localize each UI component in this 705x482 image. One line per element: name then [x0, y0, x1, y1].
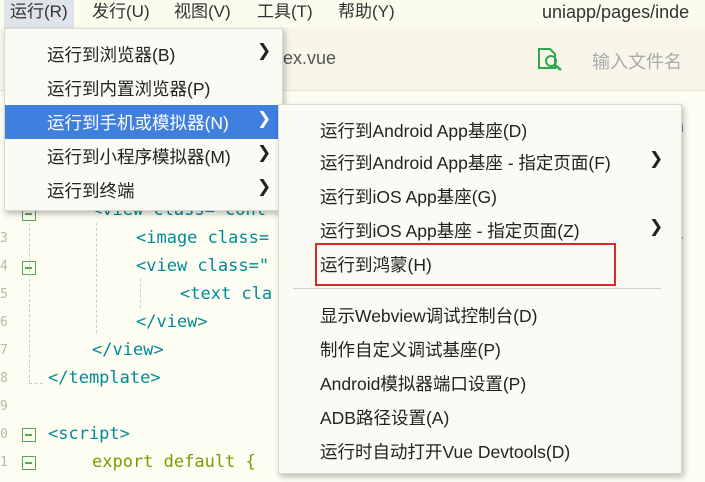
menu-item-label: 运行到手机或模拟器(N) — [47, 113, 229, 133]
menu-item-label: 运行到Android App基座(D) — [320, 121, 528, 141]
submenu-item-android[interactable]: 运行到Android App基座(D) — [279, 113, 681, 147]
submenu-item-vue-devtools[interactable]: 运行时自动打开Vue Devtools(D) — [279, 434, 681, 468]
menu-run[interactable]: 运行(R) — [4, 0, 74, 28]
fold-minus-icon[interactable] — [22, 428, 36, 442]
menu-item-run-miniprogram[interactable]: 运行到小程序模拟器(M) ❯ — [5, 139, 282, 173]
line-number: 7 — [0, 343, 8, 358]
line-number: 1 — [0, 455, 8, 470]
device-submenu: 运行到Android App基座(D) 运行到Android App基座 - 指… — [278, 104, 682, 474]
line-number: 0 — [0, 427, 8, 442]
line-number: 6 — [0, 315, 8, 330]
menu-item-label: 运行到浏览器(B) — [47, 45, 176, 65]
menu-item-label: 运行到iOS App基座 - 指定页面(Z) — [320, 221, 580, 241]
chevron-right-icon: ❯ — [649, 217, 664, 236]
chevron-right-icon: ❯ — [257, 177, 272, 196]
line-number: 4 — [0, 259, 8, 274]
menu-help[interactable]: 帮助(Y) — [332, 0, 401, 28]
tab-file-name[interactable]: ex.vue — [283, 48, 336, 69]
file-path-title: uniapp/pages/inde — [542, 2, 690, 22]
submenu-item-emulator-port[interactable]: Android模拟器端口设置(P) — [279, 366, 681, 400]
line-number: 3 — [0, 231, 8, 246]
submenu-item-ios-page[interactable]: 运行到iOS App基座 - 指定页面(Z) ❯ — [279, 213, 681, 247]
chevron-right-icon: ❯ — [257, 143, 272, 162]
line-number: 8 — [0, 371, 8, 386]
submenu-item-adb-path[interactable]: ADB路径设置(A) — [279, 400, 681, 434]
line-number: 5 — [0, 287, 8, 302]
chevron-right-icon: ❯ — [257, 41, 272, 60]
indent-guide — [29, 383, 43, 384]
indent-guide — [96, 223, 97, 333]
menu-view[interactable]: 视图(V) — [168, 0, 237, 28]
menu-item-label: 显示Webview调试控制台(D) — [320, 306, 538, 326]
code-line: </view> — [136, 312, 208, 332]
code-line: <text cla — [180, 284, 273, 304]
chevron-right-icon: ❯ — [649, 149, 664, 168]
menu-item-run-device[interactable]: 运行到手机或模拟器(N) ❯ — [5, 105, 282, 139]
code-line: </template> — [48, 368, 161, 388]
code-line: </view> — [92, 340, 164, 360]
chevron-right-icon: ❯ — [257, 109, 272, 128]
code-line: export default { — [92, 452, 256, 472]
indent-guide — [29, 223, 30, 383]
code-line: <view class=" — [136, 256, 270, 276]
menu-item-label: 运行到iOS App基座(G) — [320, 187, 497, 207]
menubar: 运行(R) 发行(U) 视图(V) 工具(T) 帮助(Y) uniapp/pag… — [0, 0, 705, 28]
menu-publish[interactable]: 发行(U) — [86, 0, 156, 28]
menu-item-label: 运行到内置浏览器(P) — [47, 79, 211, 99]
menu-item-label: Android模拟器端口设置(P) — [320, 374, 527, 394]
menu-item-label: 运行到终端 — [47, 181, 135, 201]
run-menu: 运行到浏览器(B) ❯ 运行到内置浏览器(P) 运行到手机或模拟器(N) ❯ 运… — [4, 28, 283, 211]
highlight-outline — [315, 243, 616, 286]
menu-item-run-browser[interactable]: 运行到浏览器(B) ❯ — [5, 37, 282, 71]
menu-item-label: 运行时自动打开Vue Devtools(D) — [320, 442, 571, 462]
submenu-item-ios[interactable]: 运行到iOS App基座(G) — [279, 179, 681, 213]
submenu-item-android-page[interactable]: 运行到Android App基座 - 指定页面(F) ❯ — [279, 145, 681, 179]
menu-item-run-builtin-browser[interactable]: 运行到内置浏览器(P) — [5, 71, 282, 105]
indent-guide — [140, 278, 141, 308]
fold-minus-icon[interactable] — [22, 456, 36, 470]
menu-tools[interactable]: 工具(T) — [251, 0, 319, 28]
search-input[interactable]: 输入文件名 — [592, 48, 682, 74]
search-file-icon[interactable] — [536, 46, 564, 72]
code-line: <image class= — [136, 228, 270, 248]
menu-item-label: 运行到Android App基座 - 指定页面(F) — [320, 153, 611, 173]
line-number: 9 — [0, 399, 8, 414]
menu-item-run-terminal[interactable]: 运行到终端 ❯ — [5, 173, 282, 207]
code-line: <script> — [48, 424, 130, 444]
menu-item-label: ADB路径设置(A) — [320, 408, 450, 428]
submenu-item-custom-base[interactable]: 制作自定义调试基座(P) — [279, 332, 681, 366]
menu-separator — [293, 288, 661, 289]
submenu-item-webview-console[interactable]: 显示Webview调试控制台(D) — [279, 298, 681, 332]
menu-item-label: 制作自定义调试基座(P) — [320, 340, 501, 360]
menu-item-label: 运行到小程序模拟器(M) — [47, 147, 231, 167]
